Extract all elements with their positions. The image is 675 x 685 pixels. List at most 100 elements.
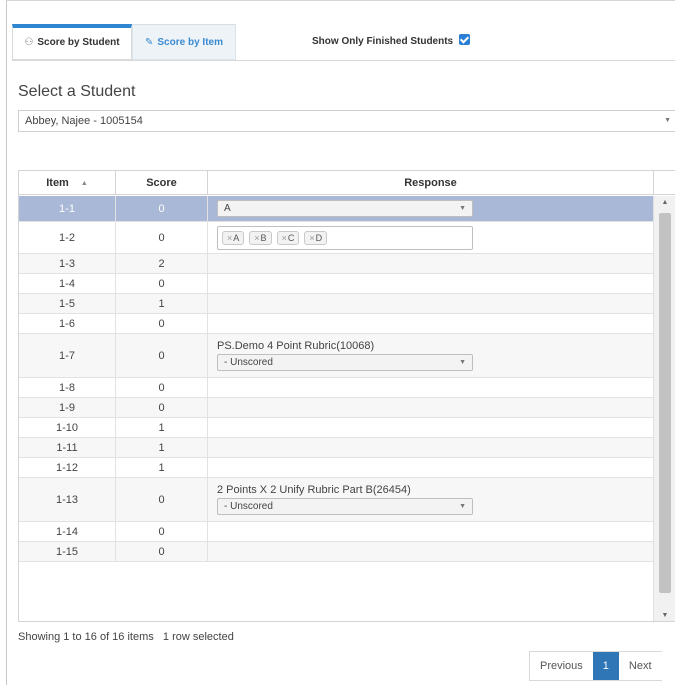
student-select-value: Abbey, Najee - 1005154: [25, 115, 143, 127]
rubric-score-value: - Unscored: [224, 501, 273, 512]
score-cell: 1: [116, 294, 208, 313]
remove-icon[interactable]: ×: [282, 233, 287, 243]
remove-icon[interactable]: ×: [254, 233, 259, 243]
tab-score-by-item-label: Score by Item: [157, 37, 223, 48]
item-cell: 1-4: [19, 274, 116, 293]
response-cell: [208, 438, 654, 457]
show-finished-toggle[interactable]: Show Only Finished Students: [312, 24, 471, 60]
score-cell: 1: [116, 438, 208, 457]
score-cell: 1: [116, 418, 208, 437]
table-row[interactable]: 1-9 0: [19, 398, 654, 418]
table-row[interactable]: 1-1 0 A ▼: [19, 196, 654, 222]
response-cell: ×A ×B ×C ×D: [208, 222, 654, 253]
chip-label: A: [233, 232, 240, 243]
tab-score-by-item[interactable]: ✎ Score by Item: [132, 24, 236, 60]
rubric-score: 2 Points X 2 Unify Rubric Part B(26454) -…: [217, 484, 473, 515]
rubric-score-dropdown[interactable]: - Unscored ▼: [217, 498, 473, 515]
tab-bar: ⚇ Score by Student ✎ Score by Item Show On…: [12, 24, 675, 60]
response-cell: 2 Points X 2 Unify Rubric Part B(26454) -…: [208, 478, 654, 521]
item-cell: 1-15: [19, 542, 116, 561]
table-row[interactable]: 1-4 0: [19, 274, 654, 294]
score-cell: 0: [116, 478, 208, 521]
table-row[interactable]: 1-10 1: [19, 418, 654, 438]
response-dropdown[interactable]: A ▼: [217, 200, 473, 217]
show-finished-checkbox[interactable]: [459, 34, 471, 45]
table-row[interactable]: 1-8 0: [19, 378, 654, 398]
rubric-score-dropdown[interactable]: - Unscored ▼: [217, 354, 473, 371]
grid-header: Item ▲ Score Response: [19, 171, 675, 195]
select-student-title: Select a Student: [18, 83, 136, 100]
remove-icon[interactable]: ×: [227, 233, 232, 243]
table-row[interactable]: 1-5 1: [19, 294, 654, 314]
next-page-button[interactable]: Next: [618, 652, 662, 680]
item-cell: 1-6: [19, 314, 116, 333]
item-cell: 1-2: [19, 222, 116, 253]
item-cell: 1-1: [19, 196, 116, 221]
vertical-scrollbar[interactable]: ▲ ▼: [653, 196, 675, 621]
page-1-button[interactable]: 1: [592, 652, 619, 680]
response-cell: [208, 274, 654, 293]
table-row[interactable]: 1-6 0: [19, 314, 654, 334]
item-cell: 1-14: [19, 522, 116, 541]
score-cell: 0: [116, 522, 208, 541]
grid-status-text: Showing 1 to 16 of 16 items 1 row select…: [18, 631, 234, 643]
table-row[interactable]: 1-11 1: [19, 438, 654, 458]
chevron-down-icon: ▼: [664, 117, 671, 124]
chip-label: D: [315, 232, 323, 243]
chip-label: C: [287, 232, 295, 243]
response-cell: [208, 254, 654, 273]
selected-choice-chip[interactable]: ×A: [222, 230, 245, 245]
column-header-item-label: Item: [46, 177, 69, 189]
rubric-score-value: - Unscored: [224, 357, 273, 368]
score-cell: 0: [116, 196, 208, 221]
table-row[interactable]: 1-2 0 ×A ×B ×C ×D: [19, 222, 654, 254]
tab-score-by-student[interactable]: ⚇ Score by Student: [12, 24, 132, 60]
previous-page-button[interactable]: Previous: [530, 652, 593, 680]
selected-choice-chip[interactable]: ×D: [304, 230, 328, 245]
column-header-score[interactable]: Score: [116, 171, 208, 195]
response-cell: A ▼: [208, 196, 654, 221]
table-row[interactable]: 1-14 0: [19, 522, 654, 542]
response-cell: [208, 522, 654, 541]
column-header-response[interactable]: Response: [208, 171, 654, 195]
left-border: [6, 0, 7, 685]
selected-choice-chip[interactable]: ×C: [276, 230, 300, 245]
score-cell: 1: [116, 458, 208, 477]
item-cell: 1-5: [19, 294, 116, 313]
response-cell: [208, 378, 654, 397]
scroll-down-icon[interactable]: ▼: [654, 609, 675, 621]
item-cell: 1-8: [19, 378, 116, 397]
item-cell: 1-3: [19, 254, 116, 273]
item-cell: 1-11: [19, 438, 116, 457]
chevron-down-icon: ▼: [459, 359, 466, 366]
scroll-up-icon[interactable]: ▲: [654, 196, 675, 210]
column-header-response-label: Response: [404, 177, 457, 189]
table-row[interactable]: 1-13 0 2 Points X 2 Unify Rubric Part B(26…: [19, 478, 654, 522]
response-cell: [208, 294, 654, 313]
show-finished-label: Show Only Finished Students: [312, 36, 454, 47]
item-cell: 1-9: [19, 398, 116, 417]
table-row[interactable]: 1-7 0 PS.Demo 4 Point Rubric(10068) - Unsco…: [19, 334, 654, 378]
selected-choice-chip[interactable]: ×B: [249, 230, 272, 245]
item-cell: 1-10: [19, 418, 116, 437]
table-row[interactable]: 1-15 0: [19, 542, 654, 562]
response-cell: [208, 314, 654, 333]
response-multiselect[interactable]: ×A ×B ×C ×D: [217, 225, 473, 250]
remove-icon[interactable]: ×: [309, 233, 314, 243]
table-row[interactable]: 1-3 2: [19, 254, 654, 274]
response-cell: [208, 542, 654, 561]
pencil-icon: ✎: [145, 37, 154, 48]
item-cell: 1-7: [19, 334, 116, 377]
top-border: [6, 0, 675, 1]
student-select[interactable]: Abbey, Najee - 1005154 ▼: [18, 110, 675, 132]
score-cell: 0: [116, 222, 208, 253]
chevron-down-icon: ▼: [459, 205, 466, 212]
table-row[interactable]: 1-12 1: [19, 458, 654, 478]
score-cell: 0: [116, 378, 208, 397]
chip-label: B: [260, 232, 267, 243]
score-grid: Item ▲ Score Response 1-1 0 A ▼ 1-2 0 ×A ×B ×C ×D 1…: [18, 170, 675, 622]
response-cell: PS.Demo 4 Point Rubric(10068) - Unscored ▼: [208, 334, 654, 377]
response-dropdown-value: A: [224, 203, 231, 214]
column-header-item[interactable]: Item ▲: [19, 171, 116, 195]
scrollbar-thumb[interactable]: [659, 213, 671, 593]
